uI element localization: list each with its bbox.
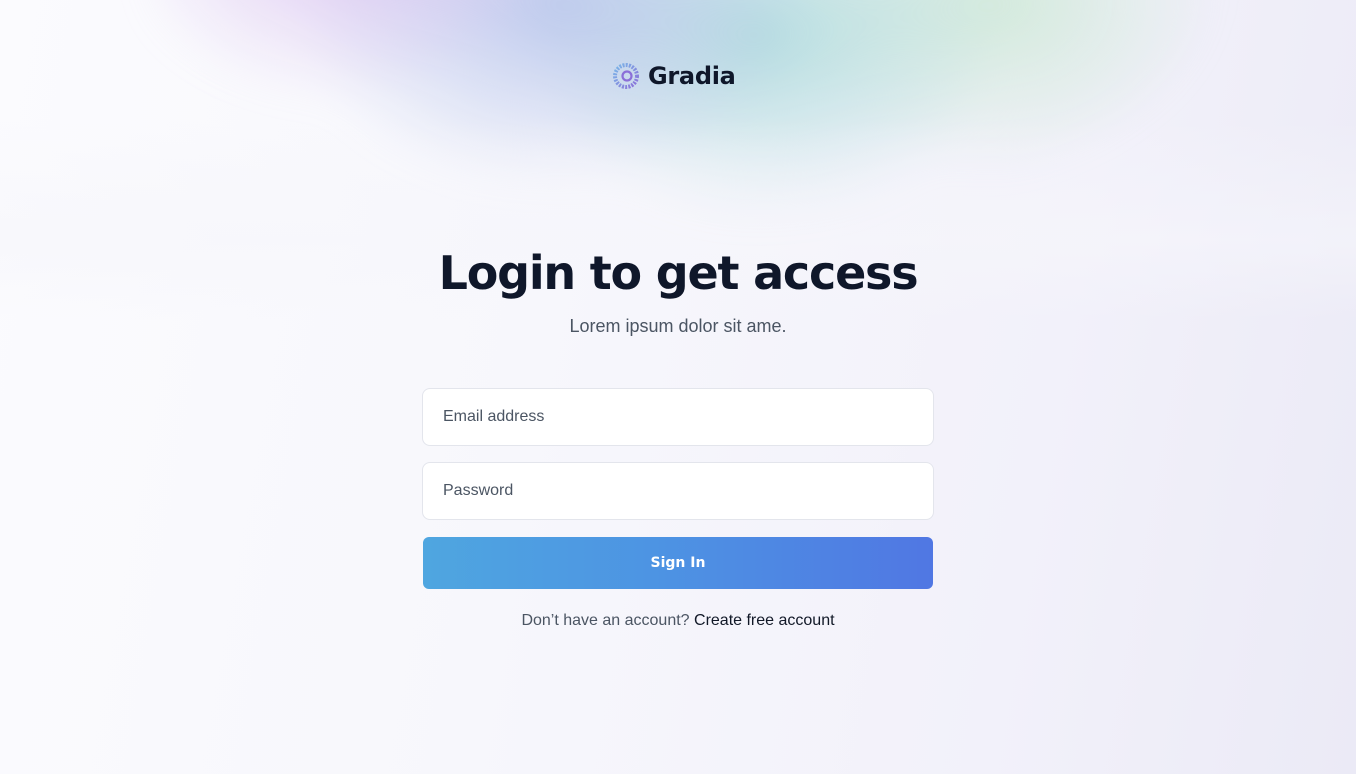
signup-prompt-row: Don’t have an account? Create free accou… [0, 612, 1356, 630]
brand-logo[interactable]: Gradia [612, 60, 736, 92]
signup-prompt-text: Don’t have an account? [521, 612, 690, 629]
page-title: Login to get access [438, 246, 919, 300]
brand-name: Gradia [648, 62, 736, 90]
gradient-ring-icon [613, 63, 639, 89]
create-account-link[interactable]: Create free account [694, 612, 835, 629]
password-input[interactable] [422, 462, 934, 520]
page-subtitle: Lorem ipsum dolor sit ame. [569, 316, 787, 336]
sign-in-button[interactable]: Sign In [423, 537, 933, 589]
email-input[interactable] [422, 388, 934, 446]
